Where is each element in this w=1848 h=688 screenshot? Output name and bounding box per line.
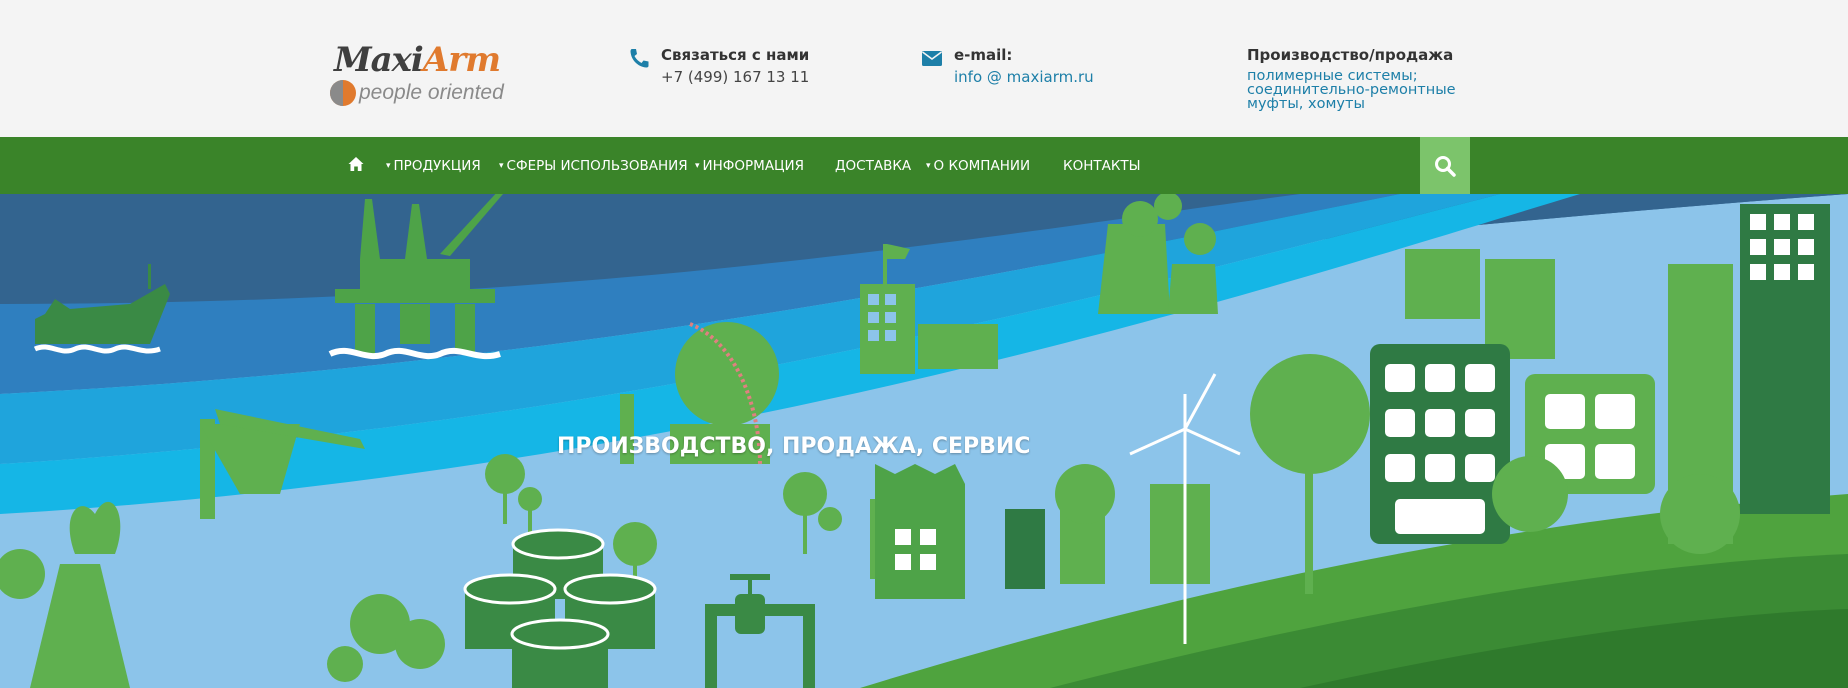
envelope-icon [922,51,942,66]
nav-item-delivery[interactable]: ДОСТАВКА [835,137,911,194]
hero-title: ПРОИЗВОДСТВО, ПРОДАЖА, СЕРВИС [557,434,1031,459]
contact-phone-number[interactable]: +7 (499) 167 13 11 [661,68,809,86]
nav-item-applications[interactable]: ▾ СФЕРЫ ИСПОЛЬЗОВАНИЯ [499,137,688,194]
logo-mark-icon [330,80,356,106]
production-line: муфты, хомуты [1247,96,1365,112]
logo-tagline: people oriented [330,78,504,108]
hero-banner: ПРОИЗВОДСТВО, ПРОДАЖА, СЕРВИС [0,194,1848,688]
chevron-down-icon: ▾ [926,160,931,171]
nav-item-products[interactable]: ▾ ПРОДУКЦИЯ [386,137,481,194]
contact-production: Производство/продажа полимерные системы;… [1247,46,1477,116]
search-button[interactable] [1420,137,1470,194]
company-logo[interactable]: MaxiArm people oriented [330,40,530,110]
production-line: полимерные системы; [1247,68,1418,84]
nav-item-information[interactable]: ▾ ИНФОРМАЦИЯ [695,137,804,194]
phone-icon [630,49,649,68]
contact-email: e-mail: info @ maxiarm.ru [921,46,1121,96]
main-navigation: ▾ ПРОДУКЦИЯ ▾ СФЕРЫ ИСПОЛЬЗОВАНИЯ ▾ ИНФОРМА… [0,137,1848,194]
contact-email-title: e-mail: [954,46,1013,64]
search-icon [1435,156,1456,177]
contact-email-link[interactable]: info @ maxiarm.ru [954,68,1094,86]
contact-phone: Связаться с нами +7 (499) 167 13 11 [628,46,828,96]
chevron-down-icon: ▾ [499,160,504,171]
logo-wordmark: MaxiArm [334,40,501,80]
site-header: MaxiArm people oriented Связаться с нами… [0,0,1848,137]
nav-item-contacts[interactable]: КОНТАКТЫ [1063,137,1141,194]
chevron-down-icon: ▾ [386,160,391,171]
contact-phone-title: Связаться с нами [661,46,810,64]
nav-item-about[interactable]: ▾ О КОМПАНИИ [926,137,1030,194]
production-line: соединительно-ремонтные [1247,82,1456,98]
contact-production-title: Производство/продажа [1247,46,1454,64]
contact-production-list[interactable]: полимерные системы; соединительно-ремонт… [1247,68,1456,112]
home-icon[interactable] [348,156,364,172]
chevron-down-icon: ▾ [695,160,700,171]
